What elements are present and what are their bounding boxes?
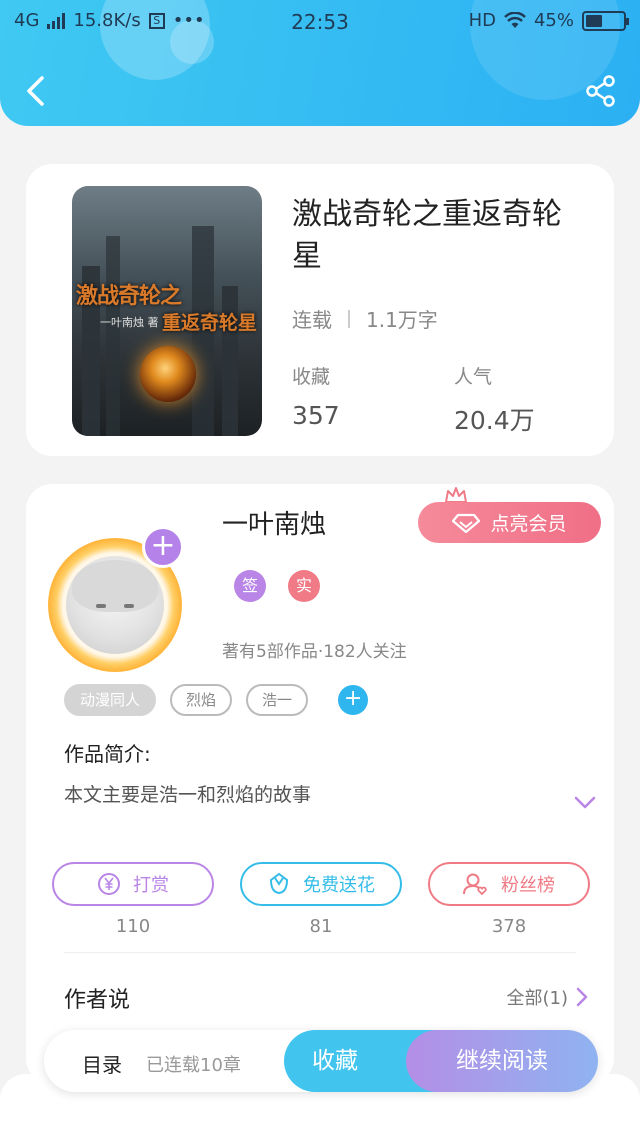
- tag-item[interactable]: 浩一: [246, 684, 309, 716]
- fan-ranking-label: 粉丝榜: [501, 875, 555, 896]
- cover-author: 一叶南烛 著: [100, 316, 159, 329]
- cover-title-sub: 重返奇轮星: [162, 312, 258, 334]
- stat-popularity: 人气 20.4万: [454, 362, 535, 437]
- author-say-title: 作者说: [64, 988, 131, 1013]
- book-cover[interactable]: 激战奇轮之 一叶南烛 著 重返奇轮星: [72, 186, 262, 436]
- meta-divider: [348, 309, 350, 328]
- word-count: 1.1万字: [366, 308, 438, 332]
- signed-badge: 签: [234, 570, 266, 602]
- cover-orb: [140, 346, 196, 402]
- author-card: + 一叶南烛 点亮会员 签 实 著有5部作品·182人关注 动漫同人 烈焰 浩一…: [26, 484, 614, 1084]
- diamond-icon: [452, 513, 481, 533]
- chevron-down-icon[interactable]: [574, 796, 596, 810]
- follow-author-button[interactable]: +: [142, 526, 184, 568]
- bottom-action-bar: 目录 已连载10章 收藏 继续阅读: [44, 1030, 598, 1092]
- avatar-eye: [96, 604, 106, 608]
- chevron-left-icon[interactable]: [20, 74, 54, 108]
- stat-favorites: 收藏 357: [292, 362, 340, 430]
- section-divider: [64, 952, 576, 953]
- yen-coin-icon: [98, 873, 120, 895]
- flower-count: 81: [309, 916, 333, 937]
- tag-item[interactable]: 烈焰: [170, 684, 233, 716]
- battery-percent: 45%: [533, 10, 574, 31]
- status-bar: 4G 15.8K/s S ••• 22:53 HD 45%: [0, 8, 640, 38]
- book-meta: 连载 1.1万字: [292, 304, 438, 333]
- fan-user-icon: [463, 873, 487, 896]
- view-all-label: 全部(1): [506, 988, 569, 1009]
- chevron-right-icon: [576, 987, 588, 1007]
- flower-action: 免费送花 81: [240, 862, 402, 937]
- cover-title-main: 激战奇轮之: [76, 284, 182, 309]
- reward-action: 打赏 110: [52, 862, 214, 937]
- tag-list: 动漫同人 烈焰 浩一 +: [64, 684, 369, 716]
- book-title: 激战奇轮之重返奇轮星: [292, 197, 562, 274]
- stat-label: 人气: [454, 366, 493, 388]
- avatar-hair: [72, 560, 158, 612]
- serial-status: 连载: [292, 308, 332, 332]
- stat-value: 20.4万: [454, 406, 535, 435]
- author-name: 一叶南烛: [222, 510, 327, 540]
- reward-button[interactable]: 打赏: [52, 862, 214, 906]
- vip-button-label: 点亮会员: [490, 513, 567, 535]
- fans-count: 378: [491, 916, 527, 937]
- intro-text: 本文主要是浩一和烈焰的故事: [64, 784, 312, 806]
- action-row: 打赏 110 免费送花 81 粉丝榜 378: [52, 862, 590, 937]
- reward-label: 打赏: [133, 875, 169, 896]
- add-tag-button[interactable]: +: [338, 685, 369, 715]
- vip-button[interactable]: 点亮会员: [418, 502, 601, 543]
- send-flower-label: 免费送花: [303, 875, 375, 896]
- fan-ranking-button[interactable]: 粉丝榜: [428, 862, 590, 906]
- stat-label: 收藏: [292, 366, 331, 388]
- book-info-card: 激战奇轮之 一叶南烛 著 重返奇轮星 激战奇轮之重返奇轮星 连载 1.1万字 收…: [26, 164, 614, 456]
- continue-reading-button[interactable]: 继续阅读: [406, 1030, 598, 1092]
- author-works-info: 著有5部作品·182人关注: [222, 642, 407, 662]
- send-flower-button[interactable]: 免费送花: [240, 862, 402, 906]
- avatar[interactable]: [66, 556, 164, 654]
- hd-indicator: HD: [468, 10, 496, 31]
- tag-item[interactable]: 动漫同人: [64, 684, 157, 716]
- cover-building: [106, 236, 120, 436]
- top-header: 4G 15.8K/s S ••• 22:53 HD 45%: [0, 0, 640, 126]
- stat-value: 357: [292, 401, 340, 430]
- avatar-eye: [124, 604, 134, 608]
- toc-button[interactable]: 目录: [82, 1049, 122, 1078]
- reward-count: 110: [115, 916, 151, 937]
- share-icon[interactable]: [584, 74, 618, 108]
- serial-chapter-info: 已连载10章: [146, 1055, 241, 1076]
- view-all-link[interactable]: 全部(1): [507, 984, 589, 1010]
- flower-icon: [269, 872, 289, 895]
- verified-badge: 实: [288, 570, 320, 602]
- battery-icon: [582, 10, 629, 31]
- intro-title: 作品简介:: [64, 742, 151, 766]
- wifi-icon: [504, 11, 526, 28]
- fans-action: 粉丝榜 378: [428, 862, 590, 937]
